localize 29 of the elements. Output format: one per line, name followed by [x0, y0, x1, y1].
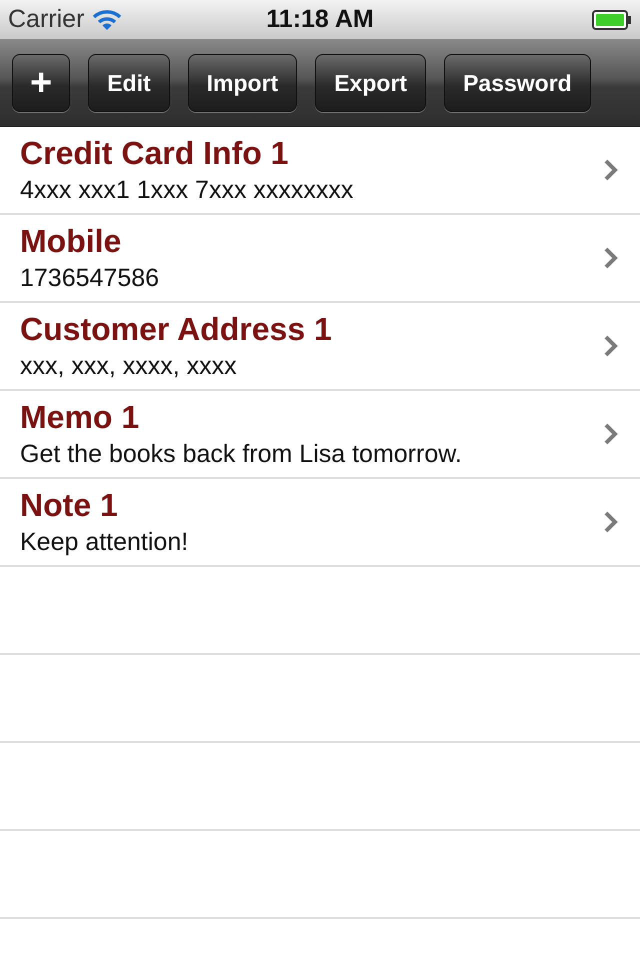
item-title: Note 1: [20, 487, 119, 524]
item-subtitle: Keep attention!: [20, 528, 188, 557]
toolbar-button[interactable]: Export: [315, 54, 426, 112]
list-item[interactable]: Credit Card Info 1 4xxx xxx1 1xxx 7xxx xxxxxxxx: [0, 127, 640, 215]
item-title: Mobile: [20, 223, 122, 260]
list-item[interactable]: Mobile 1736547586: [0, 215, 640, 303]
item-subtitle: xxx, xxx, xxxx, xxxx: [20, 352, 238, 381]
battery-icon: [592, 10, 632, 30]
chevron-icon: [604, 511, 618, 533]
list-item[interactable]: Customer Address 1 xxx, xxx, xxxx, xxxx: [0, 303, 640, 391]
item-title: Credit Card Info 1: [20, 135, 290, 172]
chevron-icon: [604, 247, 618, 269]
toolbar-button[interactable]: Edit: [88, 54, 170, 112]
wifi-icon: [92, 8, 122, 30]
item-title: Memo 1: [20, 399, 140, 436]
list-item[interactable]: Note 1 Keep attention!: [0, 479, 640, 567]
chevron-icon: [604, 423, 618, 445]
item-subtitle: Get the books back from Lisa tomorrow.: [20, 440, 462, 469]
item-subtitle: 1736547586: [20, 264, 160, 293]
clock-time: 11:18 AM: [266, 5, 374, 34]
toolbar-button[interactable]: Password: [444, 54, 591, 112]
item-subtitle: 4xxx xxx1 1xxx 7xxx xxxxxxxx: [20, 176, 354, 205]
item-title: Customer Address 1: [20, 311, 332, 348]
chevron-icon: [604, 335, 618, 357]
add-button[interactable]: +: [12, 54, 70, 112]
chevron-icon: [604, 159, 618, 181]
toolbar-button[interactable]: Import: [188, 54, 298, 112]
carrier-name: Carrier: [8, 5, 84, 34]
list-item[interactable]: Memo 1 Get the books back from Lisa tomorrow.: [0, 391, 640, 479]
